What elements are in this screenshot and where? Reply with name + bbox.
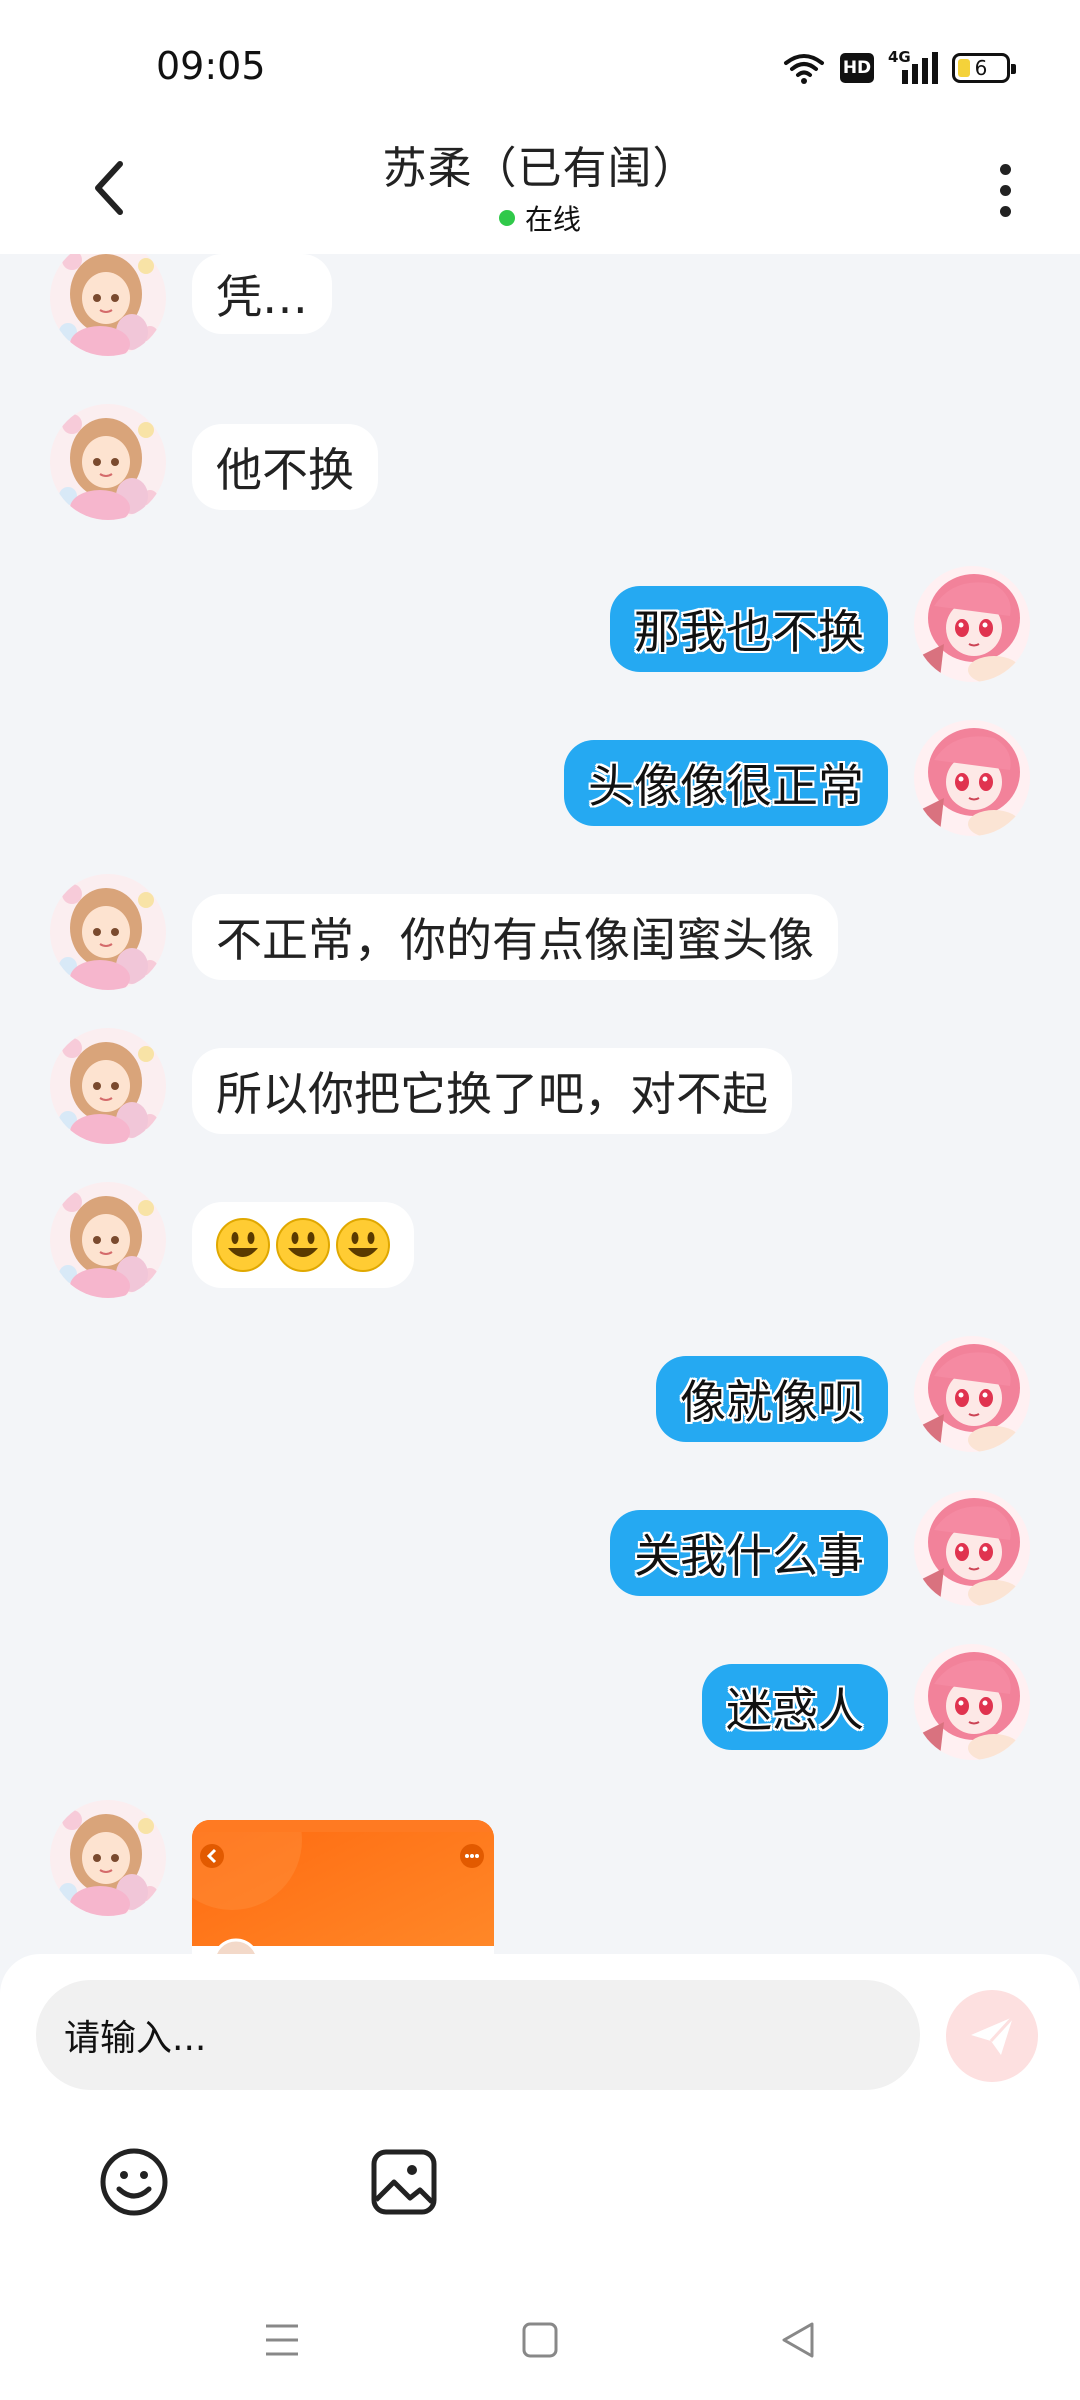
message-row: 他不换 bbox=[0, 404, 1080, 530]
message-row: 像就像呗 bbox=[0, 1336, 1080, 1462]
emoji-icon bbox=[100, 2148, 168, 2216]
more-vertical-icon bbox=[999, 163, 1011, 175]
nav-home-button[interactable] bbox=[510, 2310, 570, 2370]
message-input-placeholder: 请输入... bbox=[64, 2018, 207, 2059]
nav-back-button[interactable] bbox=[768, 2310, 828, 2370]
hd-icon: HD bbox=[840, 53, 874, 83]
nav-menu-button[interactable] bbox=[252, 2310, 312, 2370]
online-status-label: 在线 bbox=[524, 203, 581, 236]
message-row: 不正常，你的有点像闺蜜头像 bbox=[0, 874, 1080, 1000]
message-input[interactable]: 请输入... bbox=[36, 1980, 920, 2090]
message-row: 所以你把它换了吧，对不起 bbox=[0, 1028, 1080, 1154]
sent-message-bubble[interactable]: 迷惑人 bbox=[702, 1664, 888, 1750]
message-row bbox=[0, 1800, 1080, 1954]
battery-icon: 6 bbox=[952, 53, 1016, 83]
smiley-emoji-icon bbox=[276, 1218, 330, 1272]
chat-title-wrap: 苏柔（已有闺） 在线 bbox=[0, 132, 1080, 238]
emoji-message-bubble[interactable] bbox=[192, 1202, 414, 1288]
chat-header: 苏柔（已有闺） 在线 bbox=[0, 128, 1080, 254]
menu-icon bbox=[266, 2324, 298, 2356]
sent-message-bubble[interactable]: 头像像很正常 bbox=[564, 740, 888, 826]
chat-title: 苏柔（已有闺） bbox=[382, 143, 698, 194]
received-message-bubble[interactable]: 不正常，你的有点像闺蜜头像 bbox=[192, 894, 838, 980]
more-options-button[interactable] bbox=[980, 150, 1030, 230]
more-dot bbox=[999, 205, 1011, 217]
self-avatar[interactable] bbox=[914, 720, 1030, 836]
chat-message-list[interactable]: 凭… 他不换 那我也不换 头像像很正常 不正常，你的有点像闺蜜头像 所以你把它换… bbox=[0, 254, 1080, 1954]
contact-avatar[interactable] bbox=[50, 1800, 166, 1916]
image-picker-button[interactable] bbox=[362, 2140, 446, 2224]
send-icon bbox=[971, 2015, 1015, 2055]
self-avatar[interactable] bbox=[914, 566, 1030, 682]
system-navigation-bar bbox=[0, 2280, 1080, 2400]
image-message-thumbnail[interactable] bbox=[192, 1820, 494, 1954]
received-message-bubble[interactable]: 所以你把它换了吧，对不起 bbox=[192, 1048, 792, 1134]
emoji-button[interactable] bbox=[92, 2140, 176, 2224]
smiley-emoji-icon bbox=[336, 1218, 390, 1272]
message-row: 那我也不换 bbox=[0, 566, 1080, 692]
send-button[interactable] bbox=[946, 1990, 1038, 2082]
contact-avatar[interactable] bbox=[50, 1028, 166, 1144]
status-time: 09:05 bbox=[156, 44, 266, 88]
online-dot bbox=[498, 210, 515, 226]
self-avatar[interactable] bbox=[914, 1336, 1030, 1452]
smiley-emoji-icon bbox=[216, 1218, 270, 1272]
online-status: 在线 bbox=[0, 198, 1080, 238]
triangle-back-icon bbox=[782, 2322, 814, 2358]
message-row: 关我什么事 bbox=[0, 1490, 1080, 1616]
message-row: 迷惑人 bbox=[0, 1644, 1080, 1770]
message-row bbox=[0, 1182, 1080, 1308]
message-row: 头像像很正常 bbox=[0, 720, 1080, 846]
status-bar: 09:05 HD 4G 6 bbox=[0, 0, 1080, 128]
received-message-bubble[interactable]: 凭… bbox=[192, 254, 332, 334]
contact-avatar[interactable] bbox=[50, 1182, 166, 1298]
self-avatar[interactable] bbox=[914, 1490, 1030, 1606]
contact-avatar[interactable] bbox=[50, 404, 166, 520]
more-dot bbox=[999, 184, 1011, 196]
contact-avatar[interactable] bbox=[50, 254, 166, 356]
sent-message-bubble[interactable]: 关我什么事 bbox=[610, 1510, 888, 1596]
received-message-bubble[interactable]: 他不换 bbox=[192, 424, 378, 510]
status-icons: HD 4G 6 bbox=[782, 48, 1016, 88]
wifi-icon bbox=[784, 54, 824, 84]
battery-level: 6 bbox=[974, 56, 988, 80]
self-avatar[interactable] bbox=[914, 1644, 1030, 1760]
message-row: 凭… bbox=[0, 254, 1080, 366]
screenshot-thumbnail-image bbox=[192, 1820, 494, 1954]
sent-message-bubble[interactable]: 像就像呗 bbox=[656, 1356, 888, 1442]
square-icon bbox=[522, 2322, 558, 2358]
contact-avatar[interactable] bbox=[50, 874, 166, 990]
sent-message-bubble[interactable]: 那我也不换 bbox=[610, 586, 888, 672]
image-icon bbox=[371, 2149, 437, 2215]
signal-icon: 4G bbox=[888, 48, 938, 86]
